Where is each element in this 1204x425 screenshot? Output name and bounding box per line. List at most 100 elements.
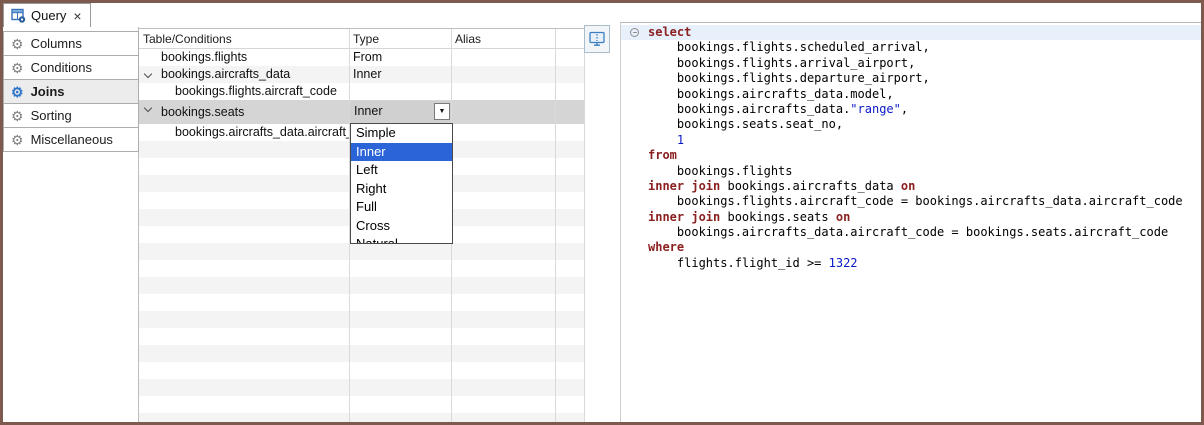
empty-row — [139, 413, 585, 422]
sql-line: select — [621, 25, 1201, 40]
combo-arrow-icon[interactable]: ▼ — [434, 103, 450, 120]
fold-minus-icon[interactable] — [630, 28, 639, 37]
empty-row — [139, 311, 585, 328]
sql-token: bookings.aircrafts_data — [720, 179, 901, 193]
sidebar-item-label: Conditions — [31, 60, 92, 75]
grid-header: Table/Conditions Type Alias — [139, 29, 585, 49]
table-row[interactable]: bookings.flights From — [139, 49, 585, 66]
sql-token: where — [648, 240, 684, 254]
chevron-down-icon[interactable] — [144, 70, 152, 78]
empty-row — [139, 328, 585, 345]
row-table-label: bookings.aircrafts_data — [161, 66, 290, 83]
sql-token: bookings.flights.arrival_airport, — [648, 56, 915, 70]
dropdown-option-inner[interactable]: Inner — [351, 143, 452, 162]
sql-token: bookings.flights.scheduled_arrival, — [648, 40, 930, 54]
sql-line: bookings.flights — [621, 164, 1201, 179]
sql-line: 1 — [621, 133, 1201, 148]
sql-token — [648, 133, 677, 147]
sql-line: inner join bookings.seats on — [621, 210, 1201, 225]
row-table-label: bookings.flights — [161, 49, 247, 66]
sql-line: flights.flight_id >= 1322 — [621, 256, 1201, 271]
dropdown-option-right[interactable]: Right — [351, 180, 452, 199]
grid-right-edge — [584, 29, 585, 422]
column-divider — [555, 29, 556, 422]
gear-icon: ⚙ — [11, 109, 24, 123]
gear-icon: ⚙ — [11, 133, 24, 147]
column-header-alias: Alias — [455, 32, 481, 46]
dropdown-option-cross[interactable]: Cross — [351, 217, 452, 236]
sidebar-item-joins[interactable]: ⚙Joins — [3, 79, 139, 104]
empty-row — [139, 277, 585, 294]
sql-token: bookings.aircrafts_data.aircraft_code = … — [648, 225, 1168, 239]
empty-row — [139, 362, 585, 379]
sql-line: bookings.flights.arrival_airport, — [621, 56, 1201, 71]
sidebar-item-label: Miscellaneous — [31, 132, 113, 147]
dropdown-option-simple[interactable]: Simple — [351, 124, 452, 143]
sql-token: select — [648, 25, 691, 39]
chevron-down-icon[interactable] — [144, 104, 152, 112]
combo-value: Inner — [354, 101, 383, 122]
row-type-label[interactable]: From — [353, 49, 382, 66]
tab-title: Query — [31, 8, 66, 23]
sql-preview-icon — [588, 31, 606, 47]
row-table-label: bookings.aircrafts_data.aircraft_code — [175, 124, 349, 141]
dropdown-option-left[interactable]: Left — [351, 161, 452, 180]
empty-row — [139, 294, 585, 311]
sql-token: bookings.aircrafts_data. — [648, 102, 850, 116]
sql-token: , — [901, 102, 908, 116]
sql-line: from — [621, 148, 1201, 163]
query-icon — [11, 8, 26, 23]
sidebar-item-label: Columns — [31, 36, 82, 51]
sql-token: on — [836, 210, 850, 224]
tab-query[interactable]: Query × — [3, 3, 91, 27]
sql-editor[interactable]: select bookings.flights.scheduled_arriva… — [620, 22, 1201, 422]
sql-token: bookings.seats — [720, 210, 836, 224]
table-cell: bookings.flights — [139, 49, 349, 66]
sql-token: inner join — [648, 179, 720, 193]
empty-row — [139, 243, 585, 260]
sql-line: bookings.flights.departure_airport, — [621, 71, 1201, 86]
sql-line: bookings.flights.aircraft_code = booking… — [621, 194, 1201, 209]
sql-token: 1 — [677, 133, 684, 147]
sql-line: bookings.seats.seat_no, — [621, 117, 1201, 132]
row-type-label[interactable]: Inner — [353, 66, 382, 83]
join-type-dropdown: SimpleInnerLeftRightFullCrossNatural — [350, 123, 453, 244]
join-type-combo[interactable]: Inner ▼ — [350, 101, 451, 122]
table-row[interactable]: bookings.flights.aircraft_code — [139, 83, 585, 100]
sql-token: "range" — [850, 102, 901, 116]
dropdown-option-full[interactable]: Full — [351, 198, 452, 217]
gear-icon: ⚙ — [11, 85, 24, 99]
table-row[interactable]: bookings.aircrafts_data Inner — [139, 66, 585, 83]
sidebar-item-sorting[interactable]: ⚙ Sorting — [3, 103, 139, 128]
sidebar-item-miscellaneous[interactable]: ⚙ Miscellaneous — [3, 127, 139, 152]
table-cell: bookings.flights.aircraft_code — [139, 83, 349, 100]
sql-token: bookings.seats.seat_no, — [648, 117, 843, 131]
query-builder-window: Query × ⚙Columns⚙Conditions⚙Joins⚙Sortin… — [0, 0, 1204, 425]
sql-line: inner join bookings.aircrafts_data on — [621, 179, 1201, 194]
column-header-type: Type — [353, 32, 379, 46]
column-header-table-conditions: Table/Conditions — [143, 32, 232, 46]
sql-token: 1322 — [829, 256, 858, 270]
row-table-label: bookings.seats — [161, 100, 244, 124]
table-cell: bookings.aircrafts_data — [139, 66, 349, 83]
sql-preview-button[interactable] — [584, 25, 610, 53]
sidebar-item-columns[interactable]: ⚙Columns — [3, 31, 139, 56]
sql-line: where — [621, 240, 1201, 255]
table-row[interactable]: bookings.seats Inner ▼ — [139, 100, 585, 124]
empty-row — [139, 345, 585, 362]
sidebar-item-label: Sorting — [31, 108, 72, 123]
sql-line: bookings.flights.scheduled_arrival, — [621, 40, 1201, 55]
sql-line: bookings.aircrafts_data."range", — [621, 102, 1201, 117]
sql-token: on — [901, 179, 915, 193]
sidebar: ⚙Columns⚙Conditions⚙Joins⚙Sorting⚙Miscel… — [3, 27, 139, 422]
gear-icon: ⚙ — [11, 61, 24, 75]
empty-row — [139, 379, 585, 396]
sql-token: bookings.aircrafts_data.model, — [648, 87, 894, 101]
close-icon[interactable]: × — [73, 9, 81, 23]
sidebar-item-conditions[interactable]: ⚙ Conditions — [3, 55, 139, 80]
dropdown-option-natural[interactable]: Natural — [351, 235, 452, 244]
empty-row — [139, 396, 585, 413]
empty-row — [139, 260, 585, 277]
sql-token: bookings.flights.departure_airport, — [648, 71, 930, 85]
row-table-label: bookings.flights.aircraft_code — [175, 83, 337, 100]
